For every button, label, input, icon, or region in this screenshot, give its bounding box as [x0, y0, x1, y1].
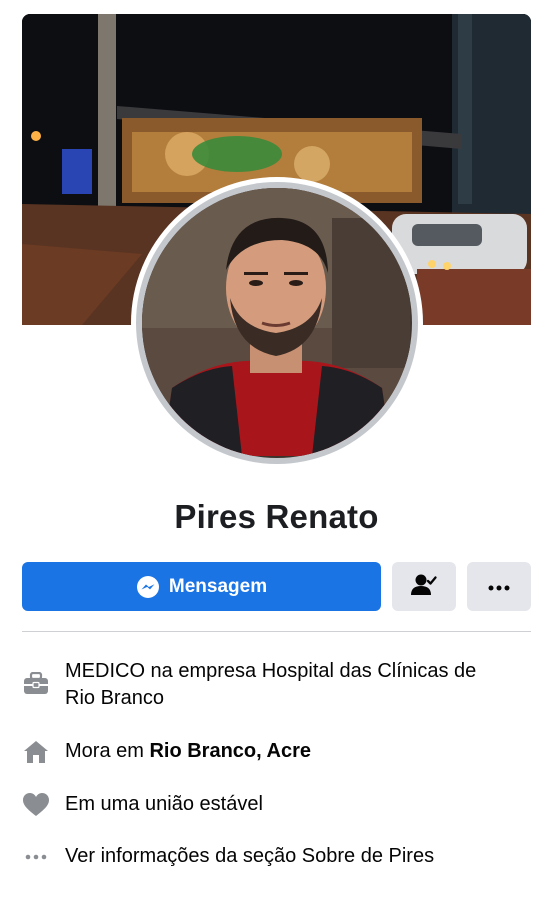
intro-lives-place[interactable]: Rio Branco, Acre — [149, 740, 311, 762]
more-options-button[interactable] — [467, 562, 531, 611]
intro-lives-prefix: Mora em — [65, 740, 150, 762]
profile-photo-portrait — [142, 188, 410, 456]
profile-actions: Mensagem — [22, 562, 531, 611]
profile-photo — [142, 188, 412, 458]
friend-check-icon — [410, 573, 438, 600]
section-divider — [22, 631, 531, 632]
intro-see-about-text: Ver informações da seção Sobre de Pires — [65, 845, 435, 867]
briefcase-icon — [22, 670, 50, 698]
intro-relationship[interactable]: Em uma união estável — [22, 791, 531, 819]
home-icon — [22, 738, 50, 766]
intro-lives[interactable]: Mora em Rio Branco, Acre — [22, 738, 531, 766]
profile-picture[interactable] — [131, 177, 423, 469]
messenger-icon — [136, 575, 160, 599]
profile-name: Pires Renato — [174, 498, 379, 535]
intro-see-about[interactable]: Ver informações da seção Sobre de Pires — [22, 843, 531, 871]
friends-button[interactable] — [392, 562, 456, 611]
intro-work[interactable]: MEDICO na empresa Hospital das Clínicas … — [22, 658, 531, 712]
intro-relationship-text: Em uma união estável — [65, 793, 263, 815]
heart-icon — [22, 791, 50, 819]
profile-picture-border — [136, 182, 418, 464]
more-dots-icon — [488, 579, 510, 594]
intro-work-text: MEDICO na empresa Hospital das Clínicas … — [65, 660, 477, 709]
dots-icon — [22, 843, 50, 871]
intro-lives-text: Mora em Rio Branco, Acre — [65, 738, 311, 765]
message-button-label: Mensagem — [168, 575, 268, 597]
message-button[interactable]: Mensagem — [22, 562, 381, 611]
